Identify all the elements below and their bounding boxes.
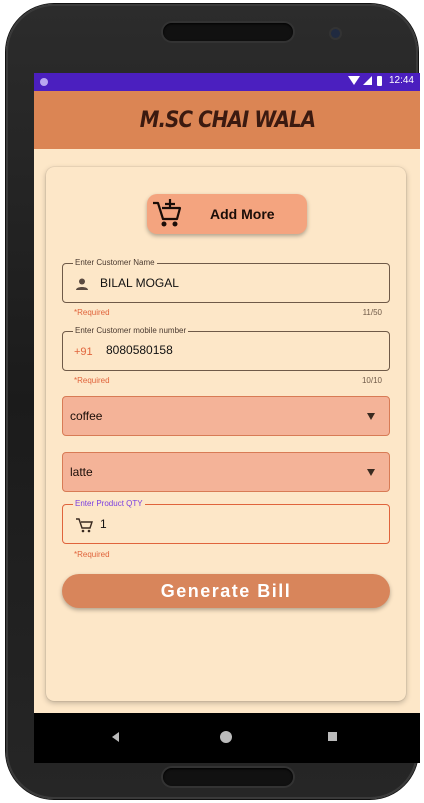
back-icon[interactable] [112,732,119,742]
app-bar: M.SC CHAI WALA [34,91,420,149]
status-time: 12:44 [388,75,414,86]
generate-bill-label: Generate Bill [160,580,292,601]
generate-bill-button[interactable]: Generate Bill [62,574,390,608]
customer-mobile-value[interactable]: 8080580158 [106,343,173,357]
product-dropdown-value: latte [70,465,93,479]
recent-apps-icon[interactable] [328,732,337,741]
customer-name-field[interactable]: Enter Customer Name BILAL MOGAL [62,258,390,303]
cart-icon [76,518,93,533]
country-code-prefix: +91 [74,346,93,358]
customer-name-helper: *Required [74,308,110,317]
billing-card: Add More Enter Customer Name BILAL MOGAL… [46,167,406,701]
product-dropdown[interactable]: latte [62,452,390,492]
notification-dot-icon [40,78,48,86]
customer-name-label: Enter Customer Name [73,258,157,268]
screen: 12:44 M.SC CHAI WALA Add More Enter Cust… [34,73,420,763]
person-icon [76,278,88,290]
category-dropdown[interactable]: coffee [62,396,390,436]
app-title: M.SC CHAI WALA [139,107,315,133]
customer-mobile-counter: 10/10 [361,376,382,385]
customer-mobile-helper: *Required [74,376,110,385]
phone-frame: 12:44 M.SC CHAI WALA Add More Enter Cust… [6,4,420,799]
status-icons: 12:44 [347,75,414,86]
system-nav-bar [34,713,420,763]
add-more-label: Add More [210,206,275,222]
customer-name-counter: 11/50 [362,308,382,317]
customer-mobile-field[interactable]: Enter Customer mobile number +91 8080580… [62,326,390,371]
dropdown-arrow-icon [367,413,375,420]
wifi-icon [347,76,360,85]
battery-icon [376,75,382,86]
earpiece-speaker [163,23,293,41]
bottom-speaker [163,768,293,786]
product-qty-helper: *Required [74,550,110,559]
customer-mobile-label: Enter Customer mobile number [73,326,189,336]
signal-icon [362,76,372,85]
add-more-button[interactable]: Add More [147,194,307,234]
product-qty-value[interactable]: 1 [100,517,107,531]
dropdown-arrow-icon [367,469,375,476]
customer-name-value[interactable]: BILAL MOGAL [100,276,179,290]
status-bar: 12:44 [34,73,420,91]
add-shopping-cart-icon [153,199,182,227]
product-qty-field[interactable]: Enter Product QTY 1 [62,499,390,544]
category-dropdown-value: coffee [70,409,103,423]
product-qty-label: Enter Product QTY [73,499,145,509]
front-camera [331,29,340,38]
home-icon[interactable] [220,731,232,743]
